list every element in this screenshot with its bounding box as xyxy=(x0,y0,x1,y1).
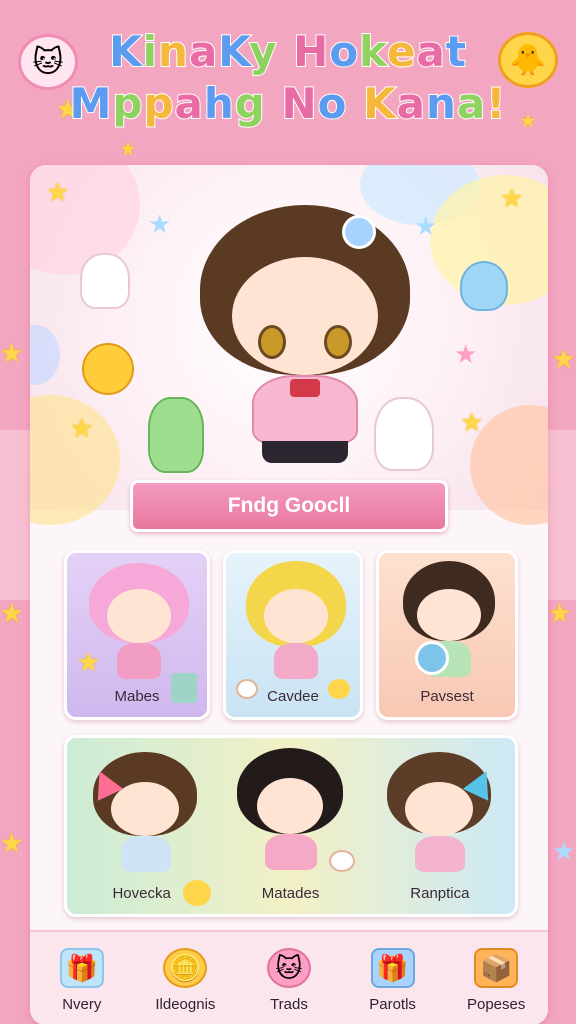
main-chibi-character xyxy=(190,185,420,475)
pink-cat-icon: 🐱 xyxy=(266,948,311,988)
nav-label: Trads xyxy=(270,996,308,1013)
group-label-left: Hovecka xyxy=(112,885,171,902)
package-icon: 📦 xyxy=(474,948,519,988)
character-card-pavsest[interactable]: Pavsest xyxy=(376,550,518,720)
gift-box-icon: 🎁 xyxy=(59,948,104,988)
star-decoration: ★ xyxy=(552,836,576,866)
group-label-center: Matades xyxy=(261,885,320,902)
star-decoration: ★ xyxy=(454,339,478,369)
bottom-nav: 🎁 Nvery 🪙 Ildeognis 🐱 Trads 🎁 Parotls 📦 … xyxy=(30,930,548,1024)
cat-mascot-icon: 🐱 xyxy=(18,34,78,90)
character-card-cavdee[interactable]: Cavdee xyxy=(223,550,363,720)
nav-item-nvery[interactable]: 🎁 Nvery xyxy=(34,937,130,1024)
star-decoration: ★ xyxy=(70,413,94,443)
star-decoration: ★ xyxy=(552,344,576,374)
hero-panel[interactable]: ★ ★ ★ ★ ★ ★ ★ Fndg Goocll xyxy=(30,165,548,532)
star-decoration: ★ xyxy=(548,598,572,628)
dark-hair-chibi xyxy=(399,561,499,681)
nav-item-parotls[interactable]: 🎁 Parotls xyxy=(345,937,441,1024)
nav-item-trads[interactable]: 🐱 Trads xyxy=(241,937,337,1024)
yellow-cat-creature xyxy=(82,343,134,395)
nav-label: Nvery xyxy=(62,996,102,1013)
hero-banner[interactable]: Fndg Goocll xyxy=(130,480,448,532)
blue-ghost-creature xyxy=(460,261,508,311)
group-label-right: Ranptica xyxy=(410,885,470,902)
star-decoration: ★ xyxy=(0,338,24,368)
character-label: Mabes xyxy=(114,688,160,705)
app-header: 🐱 🐥 KinaKy Hokeat Mppahg No Kana! xyxy=(0,14,576,144)
star-decoration: ★ xyxy=(0,828,24,858)
star-decoration: ★ xyxy=(500,183,524,213)
nav-label: Popeses xyxy=(466,996,526,1013)
puppy-icon xyxy=(329,850,355,872)
star-decoration: ★ xyxy=(77,647,101,677)
group-card[interactable]: Hovecka Matades Ranptica xyxy=(64,735,518,917)
star-decoration: ★ xyxy=(46,177,70,207)
blonde-chibi xyxy=(246,561,346,681)
nav-item-ildeognis[interactable]: 🪙 Ildeognis xyxy=(137,937,233,1024)
title-line-2: Mppahg No Kana! xyxy=(69,78,507,129)
nav-item-popeses[interactable]: 📦 Popeses xyxy=(448,937,544,1024)
chick-mascot-icon: 🐥 xyxy=(498,32,558,88)
nav-label: Ildeognis xyxy=(155,996,216,1013)
pink-hair-chibi xyxy=(89,563,189,681)
globe-icon xyxy=(415,641,449,675)
coin-stack-icon: 🪙 xyxy=(163,948,208,988)
main-card: ★ ★ ★ ★ ★ ★ ★ Fndg Goocll ★ Mabes Cavdee… xyxy=(30,165,548,1024)
nav-label: Parotls xyxy=(369,996,416,1013)
character-card-mabes[interactable]: ★ Mabes xyxy=(64,550,210,720)
character-label: Pavsest xyxy=(420,688,474,705)
bow-tie-icon xyxy=(290,379,320,397)
present-icon: 🎁 xyxy=(370,948,415,988)
star-decoration: ★ xyxy=(148,209,172,239)
white-cat-creature xyxy=(80,253,130,309)
hair-flower-icon xyxy=(342,215,376,249)
character-label: Cavdee xyxy=(267,688,319,705)
title-line-1: KinaKy Hokeat xyxy=(108,26,467,77)
star-decoration: ★ xyxy=(460,407,484,437)
star-decoration: ★ xyxy=(0,598,24,628)
